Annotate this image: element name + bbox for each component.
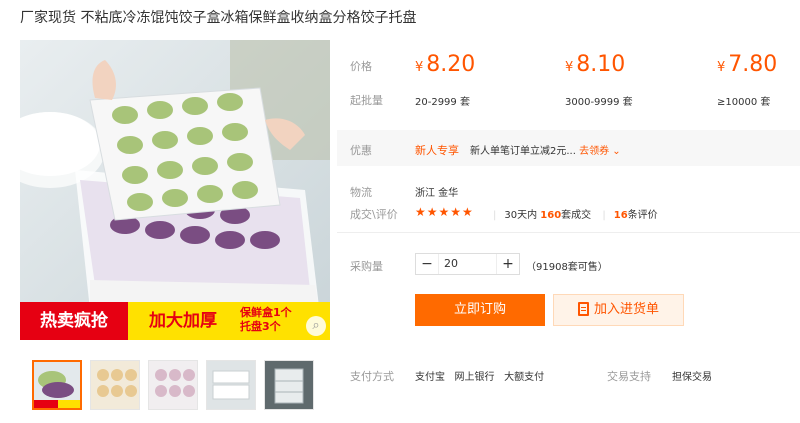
banner-hot-sale: 热卖疯抢 — [20, 302, 128, 340]
sales-period: 30天内 — [504, 210, 538, 221]
promo-description: 新人单笔订单立减2元... 去领券 ⌄ — [470, 142, 621, 157]
promo-banner: 热卖疯抢 加大加厚 保鲜盒1个 托盘3个 — [20, 302, 330, 340]
coupon-link[interactable]: 去领券 ⌄ — [579, 146, 621, 157]
product-photo-illustration — [20, 40, 330, 340]
price-value: 7.80 — [728, 52, 778, 77]
promo-panel: 优惠 新人专享 新人单笔订单立减2元... 去领券 ⌄ — [337, 130, 800, 166]
currency-symbol: ¥ — [717, 60, 726, 75]
review-count[interactable]: 16 — [614, 210, 628, 221]
promo-label: 优惠 — [350, 144, 372, 157]
moq-label: 起批量 — [350, 94, 383, 107]
trade-support-label: 交易支持 — [607, 370, 651, 383]
rating-stars: ★★★★★ — [415, 205, 474, 219]
currency-symbol: ¥ — [415, 60, 424, 75]
separator: | — [602, 210, 606, 221]
promo-text: 新人单笔订单立减2元... — [470, 146, 576, 157]
sold-count[interactable]: 160 — [540, 210, 561, 221]
payment-label: 支付方式 — [350, 370, 394, 383]
trade-stats: | 30天内 160套成交 | 16条评价 — [485, 206, 658, 221]
main-product-image[interactable]: 热卖疯抢 加大加厚 保鲜盒1个 托盘3个 ⌕ — [20, 40, 330, 340]
price-label: 价格 — [350, 60, 372, 73]
add-to-purchase-list-button[interactable]: 加入进货单 — [553, 294, 684, 326]
separator: | — [493, 210, 497, 221]
logistics-value: 浙江 金华 — [415, 188, 459, 199]
thumbnail-5[interactable] — [264, 360, 314, 410]
stock-available: （91908套可售） — [526, 262, 608, 273]
quantity-label: 采购量 — [350, 260, 383, 273]
price-value: 8.10 — [576, 52, 626, 77]
range-tier-3: ≥10000 套 — [717, 97, 771, 108]
increment-button[interactable]: + — [497, 254, 519, 274]
magnifier-icon[interactable]: ⌕ — [306, 316, 326, 336]
clipboard-icon — [577, 302, 589, 316]
add-to-list-label: 加入进货单 — [593, 302, 659, 317]
range-tier-1: 20-2999 套 — [415, 97, 470, 108]
promo-tag: 新人专享 — [415, 144, 459, 157]
divider — [337, 232, 800, 233]
thumbnail-2[interactable] — [90, 360, 140, 410]
thumbnail-4[interactable] — [206, 360, 256, 410]
price-tier-2: ¥8.10 — [565, 52, 625, 77]
thumbnail-3[interactable] — [148, 360, 198, 410]
logistics-label: 物流 — [350, 186, 372, 199]
buy-now-button[interactable]: 立即订购 — [415, 294, 545, 326]
decrement-button[interactable]: − — [416, 254, 438, 274]
sold-suffix: 套成交 — [561, 210, 592, 221]
trade-support-value: 担保交易 — [672, 372, 712, 383]
thumbnail-strip — [32, 360, 314, 410]
banner-thicker: 加大加厚 — [128, 302, 238, 340]
thumbnail-1[interactable] — [32, 360, 82, 410]
payment-methods: 支付宝 网上银行 大额支付 — [415, 372, 545, 383]
price-tier-3: ¥7.80 — [717, 52, 777, 77]
product-title: 厂家现货 不粘底冷冻馄饨饺子盒冰箱保鲜盒收纳盒分格饺子托盘 — [20, 10, 417, 26]
price-tier-1: ¥8.20 — [415, 52, 475, 77]
range-tier-2: 3000-9999 套 — [565, 97, 633, 108]
review-suffix: 条评价 — [627, 210, 658, 221]
currency-symbol: ¥ — [565, 60, 574, 75]
quantity-stepper: − 20 + — [415, 253, 520, 275]
trade-label: 成交\评价 — [350, 208, 398, 221]
quantity-input[interactable]: 20 — [438, 254, 497, 274]
price-value: 8.20 — [426, 52, 476, 77]
